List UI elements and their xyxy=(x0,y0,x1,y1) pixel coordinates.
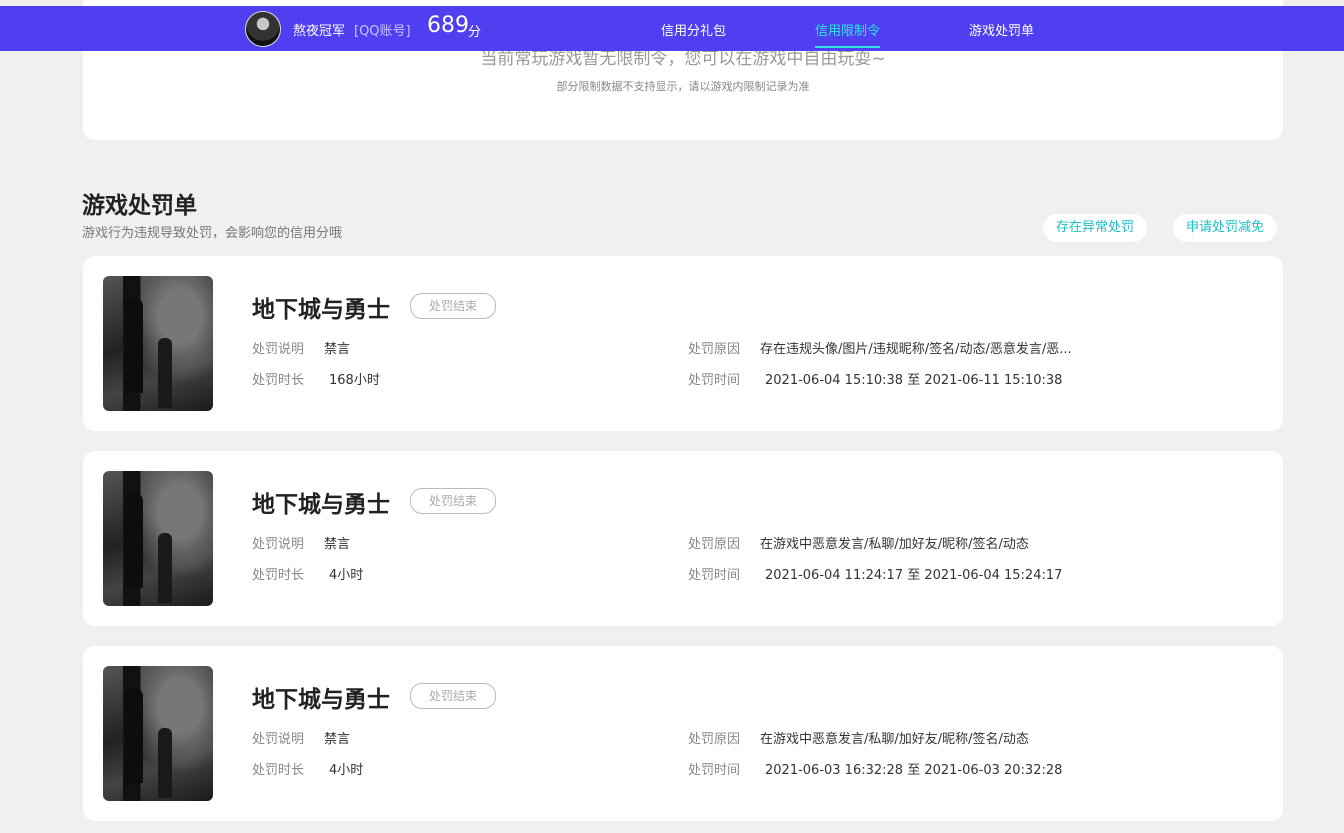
punish-record[interactable]: 地下城与勇士 处罚结束 处罚说明 禁言 处罚时长 168小时 处罚原因 存在违规… xyxy=(83,256,1283,431)
top-navbar: 熬夜冠军 [QQ账号] 689 分 信用分礼包 信用限制令 游戏处罚单 xyxy=(0,6,1344,51)
desc-value: 禁言 xyxy=(324,732,351,747)
abnormal-punish-button[interactable]: 存在异常处罚 xyxy=(1043,214,1148,242)
game-name: 地下城与勇士 xyxy=(252,687,390,713)
section-title: 游戏处罚单 xyxy=(82,193,197,219)
reason-value: 在游戏中恶意发言/私聊/加好友/昵称/签名/动态 xyxy=(760,537,1029,552)
reason-label: 处罚原因 xyxy=(688,537,741,552)
apply-reduction-button[interactable]: 申请处罚减免 xyxy=(1173,214,1278,242)
desc-label: 处罚说明 xyxy=(252,732,305,747)
game-thumbnail xyxy=(103,471,213,606)
reason-label: 处罚原因 xyxy=(688,732,741,747)
game-thumbnail xyxy=(103,666,213,801)
desc-label: 处罚说明 xyxy=(252,342,305,357)
time-label: 处罚时间 xyxy=(688,763,741,778)
duration-value: 4小时 xyxy=(329,763,364,778)
duration-value: 4小时 xyxy=(329,568,364,583)
avatar[interactable] xyxy=(245,11,281,47)
limit-note: 部分限制数据不支持显示，请以游戏内限制记录为准 xyxy=(556,80,810,93)
desc-label: 处罚说明 xyxy=(252,537,305,552)
nav-credit-limit[interactable]: 信用限制令 xyxy=(815,20,881,48)
account-type: [QQ账号] xyxy=(354,24,411,39)
game-name: 地下城与勇士 xyxy=(252,492,390,518)
duration-label: 处罚时长 xyxy=(252,568,305,583)
time-value: 2021-06-03 16:32:28 至 2021-06-03 20:32:2… xyxy=(765,763,1063,778)
nav-credit-gift[interactable]: 信用分礼包 xyxy=(661,20,726,39)
status-badge: 处罚结束 xyxy=(410,293,496,319)
credit-score-unit: 分 xyxy=(468,25,482,40)
status-badge: 处罚结束 xyxy=(410,683,496,709)
time-value: 2021-06-04 15:10:38 至 2021-06-11 15:10:3… xyxy=(765,373,1063,388)
nav-game-punish[interactable]: 游戏处罚单 xyxy=(969,20,1034,39)
duration-label: 处罚时长 xyxy=(252,763,305,778)
time-label: 处罚时间 xyxy=(688,373,741,388)
game-thumbnail xyxy=(103,276,213,411)
duration-label: 处罚时长 xyxy=(252,373,305,388)
punish-record[interactable]: 地下城与勇士 处罚结束 处罚说明 禁言 处罚时长 4小时 处罚原因 在游戏中恶意… xyxy=(83,451,1283,626)
nickname: 熬夜冠军 xyxy=(293,24,346,39)
time-label: 处罚时间 xyxy=(688,568,741,583)
reason-value: 在游戏中恶意发言/私聊/加好友/昵称/签名/动态 xyxy=(760,732,1029,747)
credit-score: 689 xyxy=(427,13,469,38)
desc-value: 禁言 xyxy=(324,342,351,357)
reason-value: 存在违规头像/图片/违规昵称/签名/动态/恶意发言/恶... xyxy=(760,342,1072,357)
duration-value: 168小时 xyxy=(329,373,380,388)
reason-label: 处罚原因 xyxy=(688,342,741,357)
punish-record[interactable]: 地下城与勇士 处罚结束 处罚说明 禁言 处罚时长 4小时 处罚原因 在游戏中恶意… xyxy=(83,646,1283,821)
section-subtitle: 游戏行为违规导致处罚，会影响您的信用分哦 xyxy=(82,226,343,241)
time-value: 2021-06-04 11:24:17 至 2021-06-04 15:24:1… xyxy=(765,568,1063,583)
game-name: 地下城与勇士 xyxy=(252,297,390,323)
page: 当前常玩游戏暂无限制令，您可以在游戏中自由玩耍~ 部分限制数据不支持显示，请以游… xyxy=(0,0,1344,833)
desc-value: 禁言 xyxy=(324,537,351,552)
status-badge: 处罚结束 xyxy=(410,488,496,514)
